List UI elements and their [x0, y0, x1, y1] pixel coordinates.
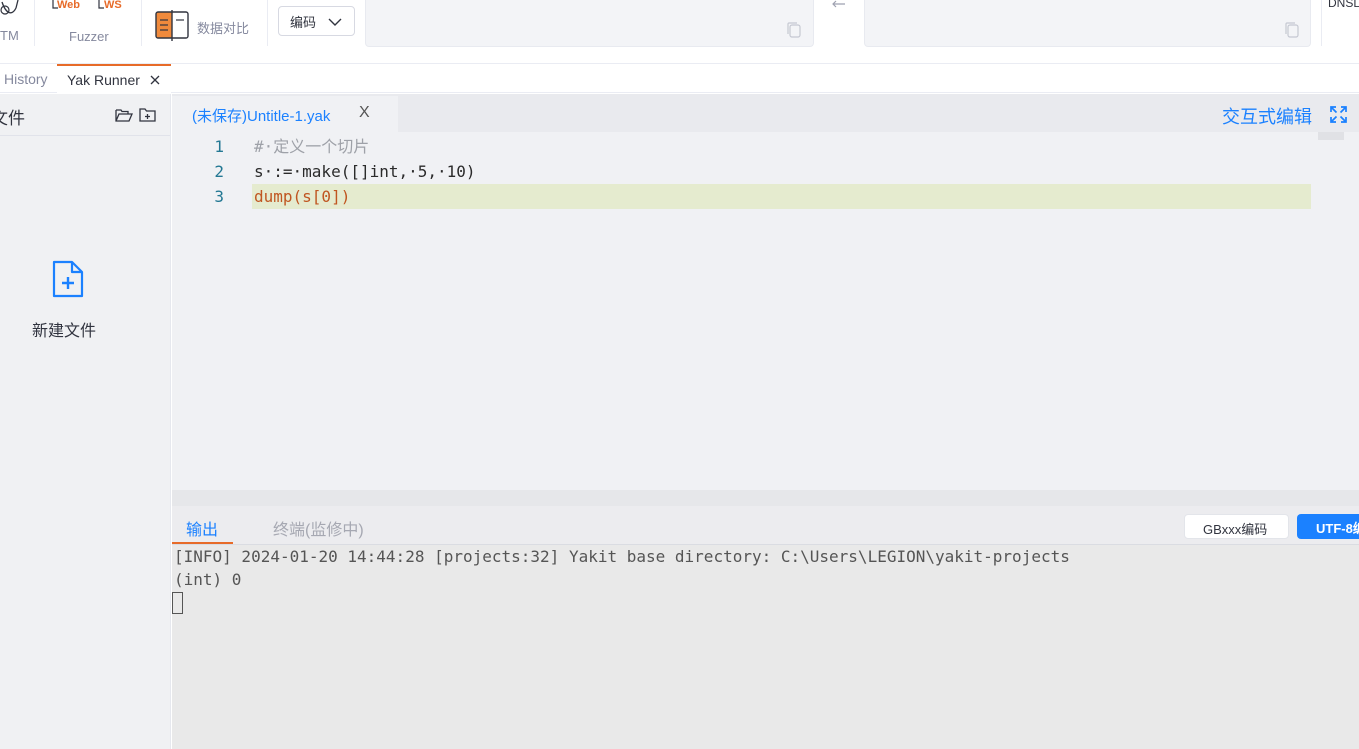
gbk-encode-label: GBxxx编码: [1203, 522, 1268, 537]
code-line: 1 #·定义一个切片: [172, 134, 1359, 159]
fullscreen-icon[interactable]: [1330, 106, 1347, 123]
tab-output[interactable]: 输出: [172, 506, 233, 544]
top-toolbar: TM Web WS Fuzzer 数据对比 编码 DNSL: [0, 0, 1359, 64]
output-console[interactable]: [INFO] 2024-01-20 14:44:28 [projects:32]…: [172, 545, 1359, 749]
ws-label: WS: [104, 0, 122, 11]
new-folder-icon[interactable]: [139, 108, 157, 122]
page-tab-bar: History Yak Runner: [0, 64, 1359, 93]
data-compare-button[interactable]: 数据对比: [154, 10, 258, 42]
current-line-highlight: [252, 184, 1311, 209]
tab-output-label: 输出: [186, 522, 219, 539]
compare-icon: [155, 10, 189, 41]
dnslog-label[interactable]: DNSL: [1328, 0, 1359, 10]
copy-icon[interactable]: [787, 22, 801, 38]
close-icon[interactable]: [150, 75, 160, 85]
fuzzer-label: Fuzzer: [69, 29, 109, 44]
tab-yak-runner[interactable]: Yak Runner: [57, 64, 171, 93]
code-editor[interactable]: 1 #·定义一个切片 2 s·:=·make([]int,·5,·10) 3 d…: [172, 132, 1359, 490]
code-line-current: 3 dump(s[0]): [172, 184, 1359, 209]
utf8-encode-label: UTF-8编: [1316, 521, 1359, 536]
console-line: (int) 0: [174, 570, 242, 589]
panel-splitter[interactable]: [172, 490, 1359, 506]
encode-select-value: 编码: [290, 14, 317, 30]
file-tab-label: (未保存)Untitle-1.yak: [192, 108, 331, 125]
output-tab-bar: 输出 终端(监修中) GBxxx编码 UTF-8编: [172, 506, 1359, 545]
editor-tab-bar: (未保存)Untitle-1.yak X 交互式编辑: [172, 94, 1359, 132]
new-file-button[interactable]: 新建文件: [20, 259, 116, 340]
line-number: 1: [214, 137, 224, 156]
new-file-label: 新建文件: [32, 323, 97, 340]
chevron-down-icon: [328, 18, 342, 26]
swap-icon[interactable]: [831, 0, 847, 12]
line-number: 2: [214, 162, 224, 181]
gbk-encode-button[interactable]: GBxxx编码: [1184, 514, 1289, 539]
console-line: [INFO] 2024-01-20 14:44:28 [projects:32]…: [174, 547, 1070, 566]
file-sidebar: 文件 新建文件: [0, 94, 171, 749]
code-text: dump(s[0]): [254, 187, 351, 206]
compare-label: 数据对比: [197, 21, 250, 36]
tab-terminal[interactable]: 终端(监修中): [273, 516, 364, 540]
mitm-icon: [0, 0, 19, 15]
encode-input-area[interactable]: [365, 0, 814, 47]
divider: [1321, 0, 1322, 46]
divider: [141, 0, 142, 46]
web-label: Web: [57, 0, 81, 11]
code-text: #·定义一个切片: [254, 137, 370, 156]
sidebar-header: 文件: [0, 94, 170, 136]
file-tab-close-icon[interactable]: X: [359, 104, 370, 122]
line-number: 3: [214, 187, 224, 206]
terminal-cursor: [172, 592, 183, 614]
interactive-edit-button[interactable]: 交互式编辑: [1222, 103, 1312, 129]
tab-history[interactable]: History: [4, 64, 48, 93]
ws-icon: WS: [98, 0, 128, 14]
file-tab[interactable]: (未保存)Untitle-1.yak X: [172, 96, 398, 132]
tab-yak-runner-label: Yak Runner: [67, 71, 140, 88]
encode-select[interactable]: 编码: [278, 6, 355, 36]
encode-output-area[interactable]: [864, 0, 1311, 47]
copy-icon[interactable]: [1285, 22, 1299, 38]
divider: [34, 0, 35, 46]
tab-history-label: History: [4, 70, 48, 87]
sidebar-title: 文件: [0, 109, 25, 128]
web-icon: Web: [52, 0, 82, 14]
mitm-label: TM: [0, 28, 19, 43]
divider: [267, 0, 268, 46]
code-line: 2 s·:=·make([]int,·5,·10): [172, 159, 1359, 184]
new-file-icon: [52, 260, 84, 298]
code-text: s·:=·make([]int,·5,·10): [254, 162, 476, 181]
utf8-encode-button[interactable]: UTF-8编: [1297, 514, 1359, 539]
mitm-button[interactable]: TM: [0, 0, 32, 46]
web-fuzzer-button[interactable]: Web WS Fuzzer: [48, 0, 134, 46]
open-folder-icon[interactable]: [115, 108, 133, 122]
